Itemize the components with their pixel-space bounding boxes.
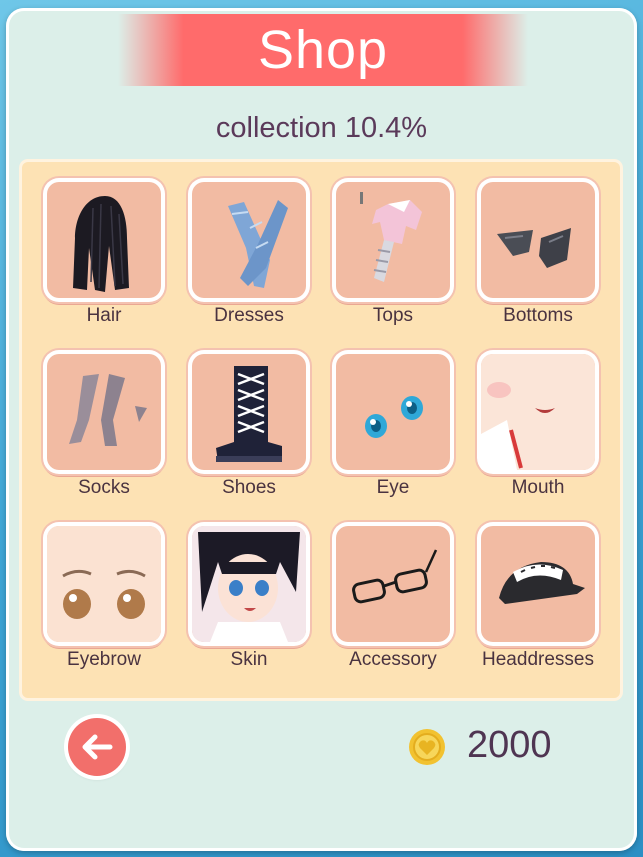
dresses-icon: [228, 200, 288, 288]
category-tile[interactable]: [188, 522, 310, 646]
eye-icon: [365, 396, 423, 438]
category-headdresses[interactable]: Headdresses: [473, 516, 603, 676]
coin-balance: 2000: [467, 724, 552, 766]
page-title: Shop: [257, 20, 389, 80]
bottoms-icon: [497, 228, 571, 268]
category-tile[interactable]: [332, 522, 454, 646]
category-label: Hair: [86, 305, 122, 326]
category-tile[interactable]: [43, 350, 165, 474]
back-arrow-icon: [82, 734, 113, 760]
category-tile[interactable]: [332, 178, 454, 302]
category-dresses[interactable]: Dresses: [184, 172, 314, 332]
category-tile[interactable]: [188, 350, 310, 474]
category-accessory[interactable]: Accessory: [328, 516, 458, 676]
category-label: Socks: [78, 477, 130, 498]
category-label: Dresses: [214, 305, 284, 326]
collection-progress: collection 10.4%: [215, 112, 428, 144]
category-tile[interactable]: [332, 350, 454, 474]
category-label: Mouth: [511, 477, 565, 498]
category-label: Skin: [230, 649, 268, 670]
category-label: Shoes: [222, 477, 276, 498]
category-label: Eye: [376, 477, 410, 498]
category-label: Eyebrow: [67, 649, 141, 670]
coin-icon: [409, 729, 445, 765]
glasses-icon: [352, 549, 438, 604]
shoes-icon: [216, 366, 282, 462]
category-bottoms[interactable]: Bottoms: [473, 172, 603, 332]
category-grid: Hair Dresses Tops Bottoms Socks Shoes Ey…: [22, 162, 620, 698]
hair-icon: [73, 196, 129, 292]
category-tile[interactable]: [477, 522, 599, 646]
socks-icon: [69, 374, 147, 446]
skin-icon: [192, 526, 306, 642]
category-shoes[interactable]: Shoes: [184, 344, 314, 504]
category-label: Bottoms: [503, 305, 573, 326]
cap-icon: [499, 562, 585, 604]
category-tile[interactable]: [477, 178, 599, 302]
category-label: Accessory: [349, 649, 437, 670]
category-socks[interactable]: Socks: [39, 344, 169, 504]
category-eye[interactable]: Eye: [328, 344, 458, 504]
mouth-icon: [481, 354, 595, 470]
category-tile[interactable]: [477, 350, 599, 474]
category-tile[interactable]: [43, 178, 165, 302]
category-mouth[interactable]: Mouth: [473, 344, 603, 504]
category-label: Tops: [372, 305, 414, 326]
category-skin[interactable]: Skin: [184, 516, 314, 676]
category-label: Headdresses: [482, 649, 594, 670]
eyebrow-icon: [47, 526, 161, 642]
category-tile[interactable]: [188, 178, 310, 302]
back-button[interactable]: [68, 718, 126, 776]
category-tile[interactable]: [43, 522, 165, 646]
category-tops[interactable]: Tops: [328, 172, 458, 332]
tops-icon: [360, 192, 422, 282]
category-hair[interactable]: Hair: [39, 172, 169, 332]
category-eyebrow[interactable]: Eyebrow: [39, 516, 169, 676]
title-banner: Shop: [118, 14, 528, 86]
